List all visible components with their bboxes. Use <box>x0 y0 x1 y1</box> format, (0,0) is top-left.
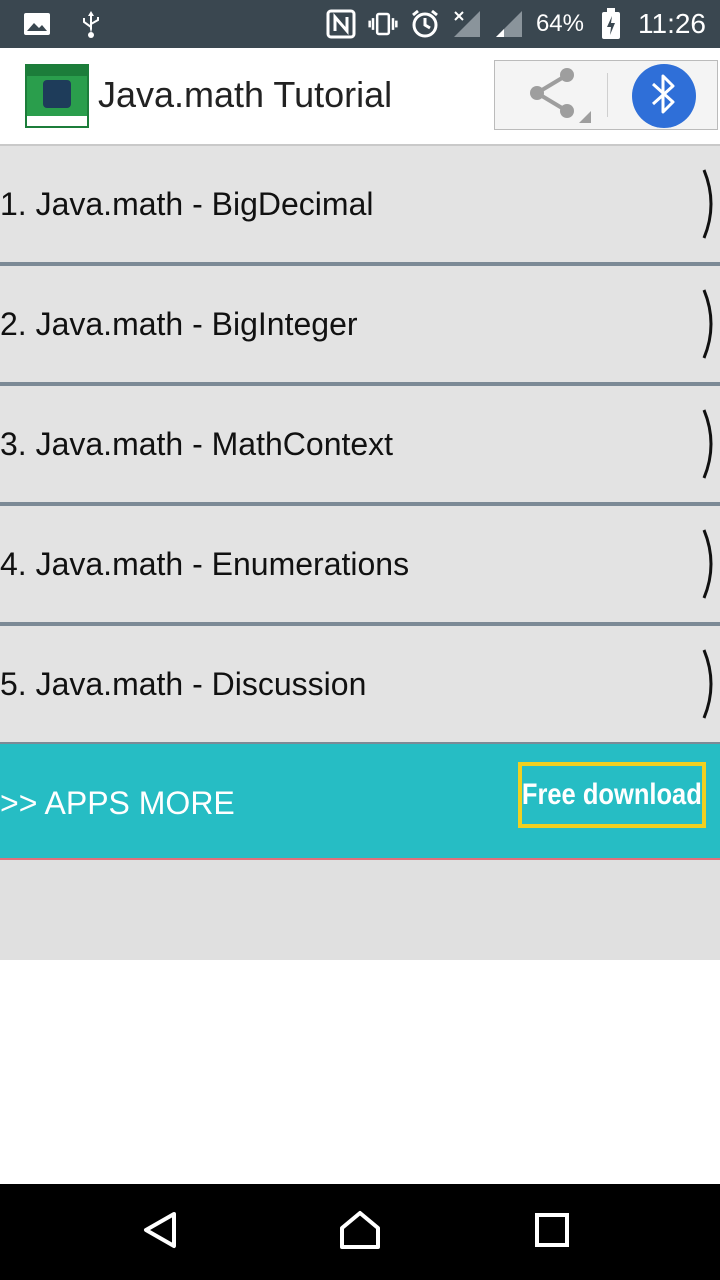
navigation-bar <box>0 1184 720 1280</box>
status-bar-left <box>22 8 106 40</box>
bluetooth-icon <box>649 72 679 121</box>
app-logo <box>25 64 89 128</box>
vibrate-icon <box>368 9 398 39</box>
chevron-right-icon <box>698 648 720 720</box>
page-title: Java.math Tutorial <box>98 74 393 115</box>
recents-icon <box>534 1212 570 1253</box>
list-item-label: 3. Java.math - MathContext <box>0 426 394 462</box>
chevron-right-icon <box>698 408 720 480</box>
list-item-label: 2. Java.math - BigInteger <box>0 306 358 342</box>
app-bar-actions <box>494 60 718 130</box>
chevron-right-icon <box>698 528 720 600</box>
chevron-right-icon <box>698 288 720 360</box>
action-divider <box>607 73 608 117</box>
empty-area <box>0 860 720 960</box>
back-button[interactable] <box>132 1204 188 1260</box>
app-bar: Java.math Tutorial <box>0 48 720 146</box>
list-item-label: 4. Java.math - Enumerations <box>0 546 410 582</box>
recents-button[interactable] <box>524 1204 580 1260</box>
image-icon <box>22 9 52 39</box>
clock: 11:26 <box>638 8 706 39</box>
list-item[interactable]: 5. Java.math - Discussion <box>0 626 720 746</box>
battery-percent: 64% <box>535 10 584 37</box>
home-icon <box>338 1210 382 1255</box>
list-item[interactable]: 3. Java.math - MathContext <box>0 386 720 506</box>
list-item-label: 1. Java.math - BigDecimal <box>0 186 374 222</box>
status-bar: 64% 11:26 <box>0 0 720 48</box>
bluetooth-button[interactable] <box>632 64 696 128</box>
home-button[interactable] <box>332 1204 388 1260</box>
tutorial-list: 1. Java.math - BigDecimal 2. Java.math -… <box>0 146 720 746</box>
share-icon <box>507 63 593 128</box>
back-icon <box>140 1210 180 1255</box>
free-download-button[interactable]: Free download <box>518 762 706 828</box>
signal-icon <box>452 9 482 39</box>
battery-icon <box>596 8 626 39</box>
share-button[interactable] <box>495 61 605 129</box>
nfc-icon <box>326 9 356 39</box>
alarm-icon <box>410 9 440 39</box>
free-download-label: Free download <box>522 778 702 811</box>
status-bar-right: 64% 11:26 <box>326 0 706 48</box>
list-item[interactable]: 2. Java.math - BigInteger <box>0 266 720 386</box>
signal-icon <box>494 9 524 39</box>
apps-more-label: >> APPS MORE <box>0 785 235 821</box>
apps-more-banner[interactable]: >> APPS MORE Free download <box>0 744 720 860</box>
list-item[interactable]: 4. Java.math - Enumerations <box>0 506 720 626</box>
list-item[interactable]: 1. Java.math - BigDecimal <box>0 146 720 266</box>
chevron-right-icon <box>698 168 720 240</box>
usb-icon <box>76 9 106 39</box>
list-item-label: 5. Java.math - Discussion <box>0 666 367 702</box>
